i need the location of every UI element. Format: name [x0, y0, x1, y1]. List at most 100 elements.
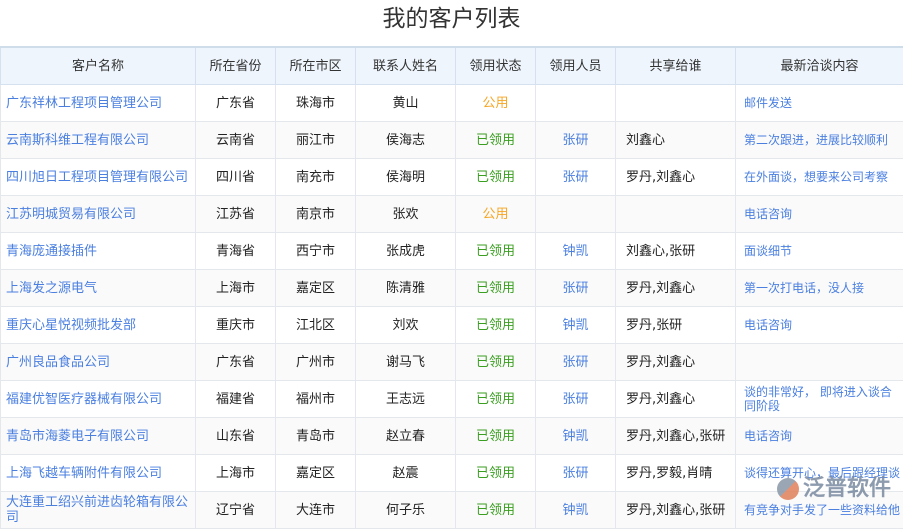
latest-note-link[interactable]: 面谈细节: [736, 233, 903, 270]
customer-table: 客户名称所在省份所在市区联系人姓名领用状态领用人员共享给谁最新洽谈内容 广东祥林…: [0, 46, 903, 529]
shared-with-cell: 罗丹,刘鑫心: [616, 344, 736, 381]
province-cell: 广东省: [196, 85, 276, 122]
assignee-link[interactable]: 钟凯: [536, 492, 616, 529]
status-cell: 已领用: [456, 307, 536, 344]
column-latest-note[interactable]: 最新洽谈内容: [736, 47, 903, 85]
table-row[interactable]: 云南斯科维工程有限公司云南省丽江市侯海志已领用张研刘鑫心第二次跟进，进展比较顺利: [1, 122, 903, 159]
assignee-link[interactable]: 张研: [536, 344, 616, 381]
city-cell: 江北区: [276, 307, 356, 344]
assignee-link[interactable]: 钟凯: [536, 307, 616, 344]
province-cell: 青海省: [196, 233, 276, 270]
status-cell: 已领用: [456, 492, 536, 529]
contact-cell: 刘欢: [356, 307, 456, 344]
customer-name-link[interactable]: 广州良品食品公司: [1, 344, 196, 381]
status-cell: 已领用: [456, 233, 536, 270]
table-row[interactable]: 青海庞通接插件青海省西宁市张成虎已领用钟凯刘鑫心,张研面谈细节: [1, 233, 903, 270]
table-row[interactable]: 江苏明城贸易有限公司江苏省南京市张欢公用电话咨询: [1, 196, 903, 233]
shared-with-cell: 罗丹,刘鑫心: [616, 270, 736, 307]
assignee-link[interactable]: [536, 85, 616, 122]
latest-note-link[interactable]: 电话咨询: [736, 307, 903, 344]
customer-name-link[interactable]: 四川旭日工程项目管理有限公司: [1, 159, 196, 196]
province-cell: 四川省: [196, 159, 276, 196]
customer-name-link[interactable]: 江苏明城贸易有限公司: [1, 196, 196, 233]
shared-with-cell: [616, 85, 736, 122]
shared-with-cell: 刘鑫心,张研: [616, 233, 736, 270]
assignee-link[interactable]: 张研: [536, 159, 616, 196]
assignee-link[interactable]: 张研: [536, 455, 616, 492]
customer-name-link[interactable]: 大连重工绍兴前进齿轮箱有限公司: [1, 492, 196, 529]
assignee-link[interactable]: 张研: [536, 122, 616, 159]
column-status[interactable]: 领用状态: [456, 47, 536, 85]
city-cell: 青岛市: [276, 418, 356, 455]
customer-name-link[interactable]: 重庆心星悦视频批发部: [1, 307, 196, 344]
contact-cell: 王志远: [356, 381, 456, 418]
status-cell: 已领用: [456, 455, 536, 492]
table-row[interactable]: 四川旭日工程项目管理有限公司四川省南充市侯海明已领用张研罗丹,刘鑫心在外面谈，想…: [1, 159, 903, 196]
province-cell: 辽宁省: [196, 492, 276, 529]
province-cell: 福建省: [196, 381, 276, 418]
city-cell: 南充市: [276, 159, 356, 196]
table-row[interactable]: 大连重工绍兴前进齿轮箱有限公司辽宁省大连市何子乐已领用钟凯罗丹,刘鑫心,张研有竞…: [1, 492, 903, 529]
column-customer-name[interactable]: 客户名称: [1, 47, 196, 85]
contact-cell: 谢马飞: [356, 344, 456, 381]
customer-name-link[interactable]: 云南斯科维工程有限公司: [1, 122, 196, 159]
status-cell: 已领用: [456, 270, 536, 307]
table-row[interactable]: 上海发之源电气上海市嘉定区陈清雅已领用张研罗丹,刘鑫心第一次打电话，没人接: [1, 270, 903, 307]
shared-with-cell: 罗丹,张研: [616, 307, 736, 344]
status-cell: 已领用: [456, 159, 536, 196]
table-row[interactable]: 上海飞越车辆附件有限公司上海市嘉定区赵震已领用张研罗丹,罗毅,肖晴谈得还算开心，…: [1, 455, 903, 492]
column-province[interactable]: 所在省份: [196, 47, 276, 85]
status-cell: 已领用: [456, 122, 536, 159]
assignee-link[interactable]: 钟凯: [536, 233, 616, 270]
city-cell: 珠海市: [276, 85, 356, 122]
shared-with-cell: 罗丹,刘鑫心: [616, 159, 736, 196]
table-row[interactable]: 广东祥林工程项目管理公司广东省珠海市黄山公用邮件发送: [1, 85, 903, 122]
assignee-link[interactable]: 张研: [536, 270, 616, 307]
latest-note-link[interactable]: 谈的非常好， 即将进入谈合同阶段: [736, 381, 903, 418]
watermark-logo: 泛普软件: [777, 470, 891, 502]
latest-note-link[interactable]: 第一次打电话，没人接: [736, 270, 903, 307]
column-contact[interactable]: 联系人姓名: [356, 47, 456, 85]
latest-note-link[interactable]: 电话咨询: [736, 196, 903, 233]
watermark-text: 泛普软件: [803, 476, 891, 501]
latest-note-link[interactable]: 邮件发送: [736, 85, 903, 122]
column-assignee[interactable]: 领用人员: [536, 47, 616, 85]
latest-note-link[interactable]: [736, 344, 903, 381]
status-cell: 公用: [456, 196, 536, 233]
column-city[interactable]: 所在市区: [276, 47, 356, 85]
assignee-link[interactable]: 钟凯: [536, 418, 616, 455]
status-cell: 已领用: [456, 344, 536, 381]
customer-name-link[interactable]: 广东祥林工程项目管理公司: [1, 85, 196, 122]
shared-with-cell: 罗丹,刘鑫心,张研: [616, 492, 736, 529]
province-cell: 广东省: [196, 344, 276, 381]
latest-note-link[interactable]: 在外面谈，想要来公司考察: [736, 159, 903, 196]
city-cell: 福州市: [276, 381, 356, 418]
customer-name-link[interactable]: 上海飞越车辆附件有限公司: [1, 455, 196, 492]
contact-cell: 侯海明: [356, 159, 456, 196]
customer-name-link[interactable]: 青岛市海菱电子有限公司: [1, 418, 196, 455]
column-shared-with[interactable]: 共享给谁: [616, 47, 736, 85]
assignee-link[interactable]: [536, 196, 616, 233]
customer-name-link[interactable]: 福建优智医疗器械有限公司: [1, 381, 196, 418]
contact-cell: 侯海志: [356, 122, 456, 159]
shared-with-cell: 刘鑫心: [616, 122, 736, 159]
assignee-link[interactable]: 张研: [536, 381, 616, 418]
city-cell: 西宁市: [276, 233, 356, 270]
province-cell: 云南省: [196, 122, 276, 159]
customer-name-link[interactable]: 青海庞通接插件: [1, 233, 196, 270]
table-row[interactable]: 青岛市海菱电子有限公司山东省青岛市赵立春已领用钟凯罗丹,刘鑫心,张研电话咨询: [1, 418, 903, 455]
page-title: 我的客户列表: [0, 0, 903, 46]
city-cell: 嘉定区: [276, 270, 356, 307]
latest-note-link[interactable]: 第二次跟进，进展比较顺利: [736, 122, 903, 159]
table-row[interactable]: 广州良品食品公司广东省广州市谢马飞已领用张研罗丹,刘鑫心: [1, 344, 903, 381]
province-cell: 上海市: [196, 455, 276, 492]
contact-cell: 赵震: [356, 455, 456, 492]
latest-note-link[interactable]: 电话咨询: [736, 418, 903, 455]
shared-with-cell: 罗丹,刘鑫心,张研: [616, 418, 736, 455]
contact-cell: 张欢: [356, 196, 456, 233]
customer-name-link[interactable]: 上海发之源电气: [1, 270, 196, 307]
province-cell: 重庆市: [196, 307, 276, 344]
table-row[interactable]: 重庆心星悦视频批发部重庆市江北区刘欢已领用钟凯罗丹,张研电话咨询: [1, 307, 903, 344]
shared-with-cell: 罗丹,罗毅,肖晴: [616, 455, 736, 492]
table-row[interactable]: 福建优智医疗器械有限公司福建省福州市王志远已领用张研罗丹,刘鑫心谈的非常好， 即…: [1, 381, 903, 418]
